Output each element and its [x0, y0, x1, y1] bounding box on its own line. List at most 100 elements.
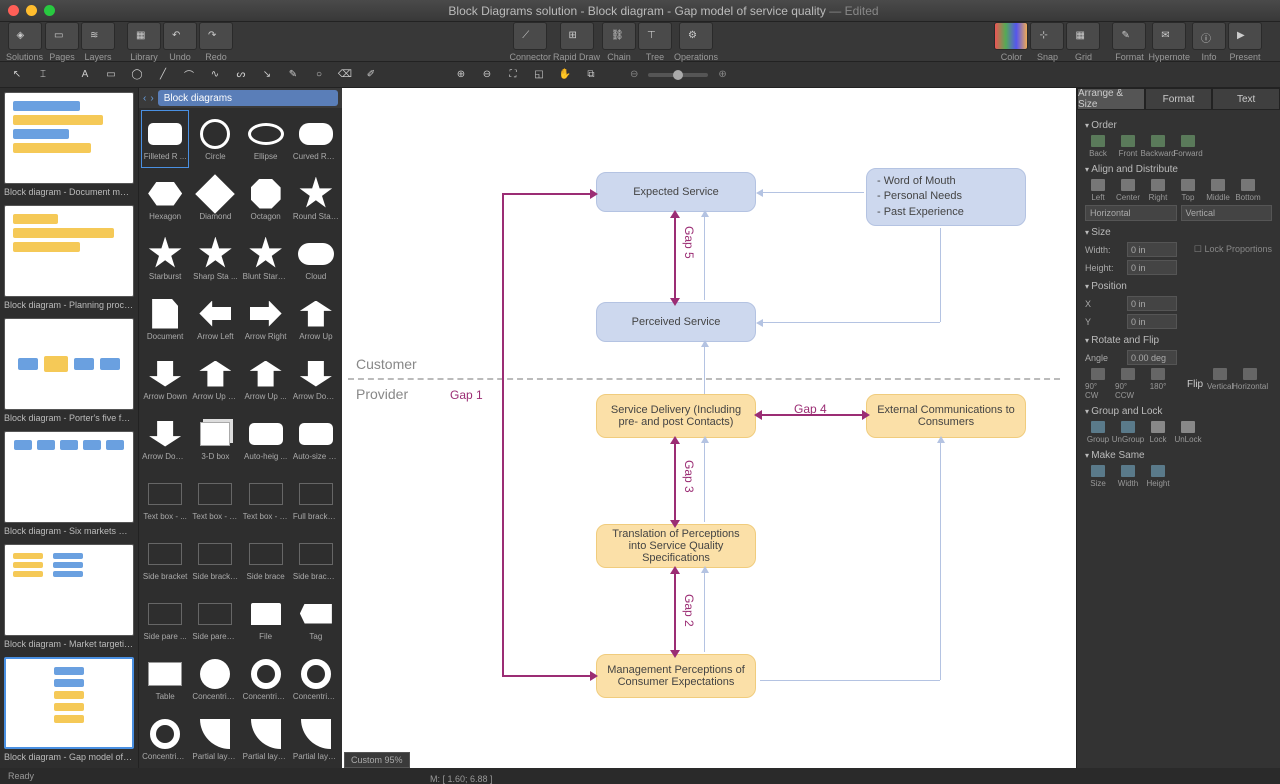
shape-item[interactable]: Arrow Up Left	[191, 350, 239, 408]
shape-item[interactable]: Arrow Dow ...	[141, 410, 189, 468]
shape-item[interactable]: Concentric ...	[242, 650, 290, 708]
undo-button[interactable]: ↶	[163, 22, 197, 50]
shape-item[interactable]: Auto-size box	[292, 410, 340, 468]
bezier-tool[interactable]: ᔕ	[230, 65, 252, 85]
spline-tool[interactable]: ∿	[204, 65, 226, 85]
thumbnail-item[interactable]: Block diagram - Market targeting	[4, 544, 134, 649]
zoom-fit-button[interactable]: ⛶	[502, 65, 524, 85]
align-section[interactable]: Align and Distribute	[1085, 164, 1272, 175]
shape-item[interactable]: Text box - p ...	[242, 470, 290, 528]
backward-button[interactable]: Backward	[1145, 135, 1171, 158]
close-window-button[interactable]	[8, 5, 19, 16]
shape-item[interactable]: Partial layer 1	[191, 710, 239, 764]
line-tool[interactable]: ╱	[152, 65, 174, 85]
shape-item[interactable]: Arrow Up ...	[242, 350, 290, 408]
rotate-90ccw-button[interactable]: 90° CCW	[1115, 368, 1141, 400]
ellipse-tool[interactable]: ◯	[126, 65, 148, 85]
shape-item[interactable]: Blunt Starburst	[242, 230, 290, 288]
shape-item[interactable]: Auto-heig ...	[242, 410, 290, 468]
rotate-section[interactable]: Rotate and Flip	[1085, 335, 1272, 346]
format-tab[interactable]: Format	[1145, 88, 1213, 110]
library-back-button[interactable]: ‹	[143, 93, 146, 104]
expected-service-node[interactable]: Expected Service	[596, 172, 756, 212]
back-button[interactable]: Back	[1085, 135, 1111, 158]
info-node[interactable]: - Word of Mouth - Personal Needs - Past …	[866, 168, 1026, 226]
layers-button[interactable]: ≋	[81, 22, 115, 50]
text-tab[interactable]: Text	[1212, 88, 1280, 110]
shape-item[interactable]: Concentric ...	[191, 650, 239, 708]
thumbnail-item[interactable]: Block diagram - Six markets model	[4, 431, 134, 536]
shape-item[interactable]: Concentric ...	[292, 650, 340, 708]
group-section[interactable]: Group and Lock	[1085, 406, 1272, 417]
shape-item[interactable]: Curved Re ...	[292, 110, 340, 168]
text-tool[interactable]: ⌶	[32, 65, 54, 85]
align-middle-button[interactable]: Middle	[1205, 179, 1231, 202]
perceived-service-node[interactable]: Perceived Service	[596, 302, 756, 342]
library-forward-button[interactable]: ›	[150, 93, 153, 104]
operations-button[interactable]: ⚙	[679, 22, 713, 50]
shape-item[interactable]: Table	[141, 650, 189, 708]
management-perceptions-node[interactable]: Management Perceptions of Consumer Expec…	[596, 654, 756, 698]
same-width-button[interactable]: Width	[1115, 465, 1141, 488]
makesame-section[interactable]: Make Same	[1085, 450, 1272, 461]
pages-button[interactable]: ▭	[45, 22, 79, 50]
maximize-window-button[interactable]	[44, 5, 55, 16]
shape-item[interactable]: Diamond	[191, 170, 239, 228]
shape-item[interactable]: Partial layer 2	[242, 710, 290, 764]
rapid-draw-button[interactable]: ⊞	[560, 22, 594, 50]
shape-item[interactable]: Side brace	[242, 530, 290, 588]
shape-item[interactable]: Text box - ...	[141, 470, 189, 528]
arc-tool[interactable]: ⌒	[178, 65, 200, 85]
thumbnail-item[interactable]: Block diagram - Planning process	[4, 205, 134, 310]
thumbnail-item[interactable]: Block diagram - Porter's five forces mod…	[4, 318, 134, 423]
shape-item[interactable]: Text box - l ...	[191, 470, 239, 528]
align-top-button[interactable]: Top	[1175, 179, 1201, 202]
snap-button[interactable]: ⊹	[1030, 22, 1064, 50]
canvas[interactable]: Customer Provider Expected Service - Wor…	[342, 88, 1076, 768]
color-button[interactable]	[994, 22, 1028, 50]
size-section[interactable]: Size	[1085, 227, 1272, 238]
shape-item[interactable]: Starburst	[141, 230, 189, 288]
hand-tool[interactable]: ✋	[554, 65, 576, 85]
shape-item[interactable]: Arrow Dow ...	[292, 350, 340, 408]
flip-h-button[interactable]: Horizontal	[1237, 368, 1263, 400]
unlock-button[interactable]: UnLock	[1175, 421, 1201, 444]
library-button[interactable]: ▦	[127, 22, 161, 50]
distribute-h-dropdown[interactable]: Horizontal	[1085, 205, 1177, 221]
distribute-v-dropdown[interactable]: Vertical	[1181, 205, 1273, 221]
shape-item[interactable]: Tag	[292, 590, 340, 648]
ungroup-button[interactable]: UnGroup	[1115, 421, 1141, 444]
x-input[interactable]	[1127, 296, 1177, 311]
pointer-tool[interactable]: ↖	[6, 65, 28, 85]
zoom-slider[interactable]	[648, 73, 708, 77]
external-comms-node[interactable]: External Communications to Consumers	[866, 394, 1026, 438]
crop-tool[interactable]: ⧉	[580, 65, 602, 85]
align-bottom-button[interactable]: Bottom	[1235, 179, 1261, 202]
pen-tool[interactable]: ✎	[282, 65, 304, 85]
connector-line-tool[interactable]: ↘	[256, 65, 278, 85]
shape-item[interactable]: Hexagon	[141, 170, 189, 228]
angle-input[interactable]	[1127, 350, 1177, 365]
lasso-tool[interactable]: ○	[308, 65, 330, 85]
align-left-button[interactable]: Left	[1085, 179, 1111, 202]
hypernote-button[interactable]: ✉	[1152, 22, 1186, 50]
shape-item[interactable]: Side parenth ...	[191, 590, 239, 648]
minimize-window-button[interactable]	[26, 5, 37, 16]
present-button[interactable]: ▶	[1228, 22, 1262, 50]
shape-item[interactable]: Side pare ...	[141, 590, 189, 648]
zoom-in-button[interactable]: ⊕	[450, 65, 472, 85]
rect-tool[interactable]: ▭	[100, 65, 122, 85]
front-button[interactable]: Front	[1115, 135, 1141, 158]
format-button[interactable]: ✎	[1112, 22, 1146, 50]
shape-item[interactable]: Octagon	[242, 170, 290, 228]
shape-item[interactable]: Side bracket	[141, 530, 189, 588]
zoom-actual-button[interactable]: ◱	[528, 65, 550, 85]
shape-item[interactable]: Ellipse	[242, 110, 290, 168]
shape-item[interactable]: Round Sta ...	[292, 170, 340, 228]
shape-item[interactable]: 3-D box	[191, 410, 239, 468]
draw-tool[interactable]: ✐	[360, 65, 382, 85]
connector-button[interactable]: ⟋	[513, 22, 547, 50]
zoom-out-button[interactable]: ⊖	[476, 65, 498, 85]
shape-item[interactable]: Concentric ...	[141, 710, 189, 764]
rotate-90cw-button[interactable]: 90° CW	[1085, 368, 1111, 400]
